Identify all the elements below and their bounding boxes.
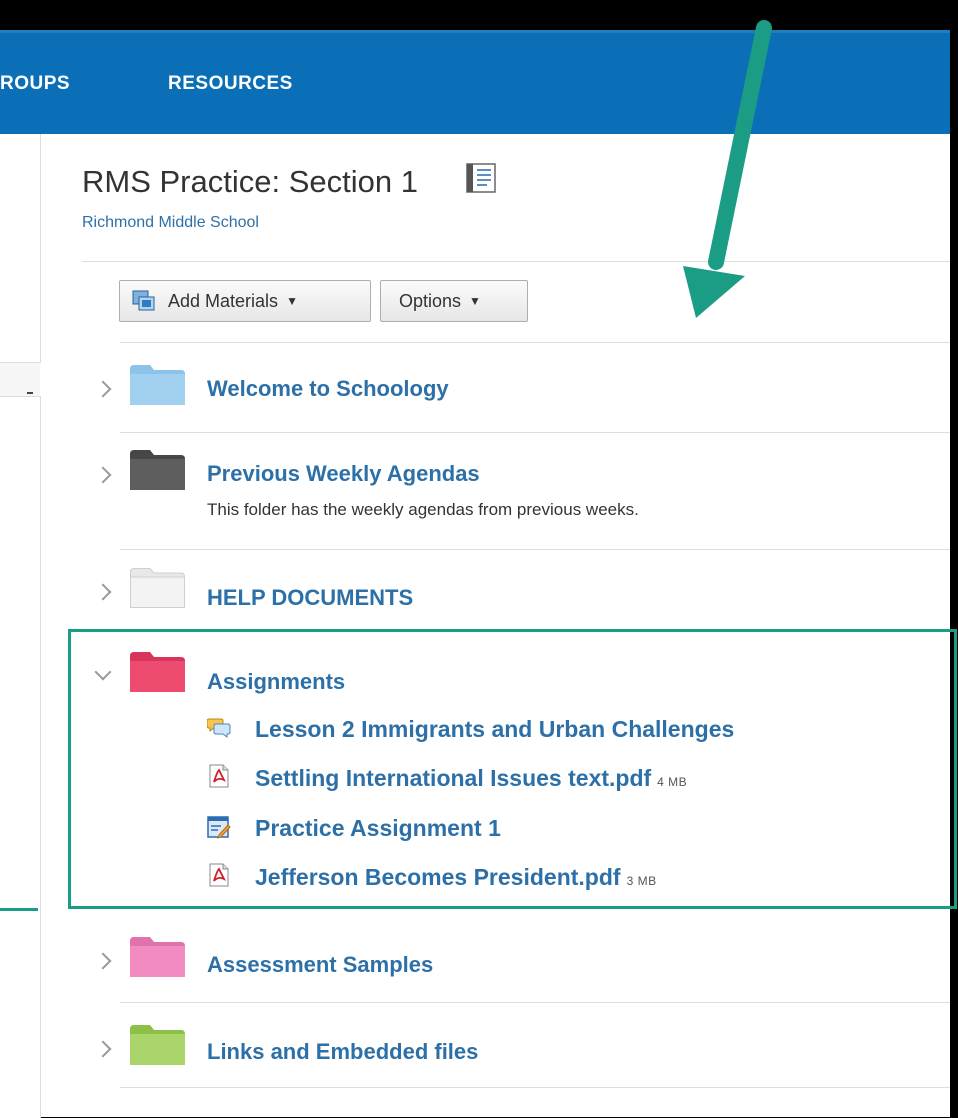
screenshot: ROUPS RESOURCES RMS Practice: Section 1 … <box>0 0 958 1118</box>
annotation-arrow-icon <box>683 20 772 318</box>
